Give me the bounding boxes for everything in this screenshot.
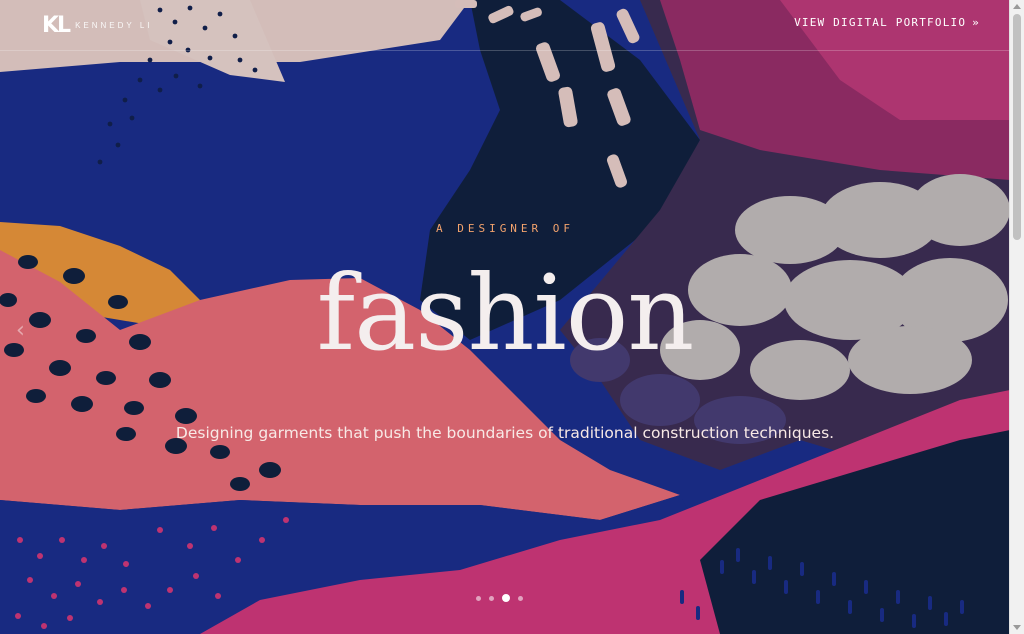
scroll-down-arrow-icon[interactable] bbox=[1013, 625, 1021, 630]
carousel-pagination bbox=[476, 594, 523, 602]
logo-mark: KL bbox=[42, 12, 71, 38]
hero-subline: Designing garments that push the boundar… bbox=[175, 424, 835, 442]
logo-wordmark: KENNEDY LI bbox=[75, 20, 153, 30]
carousel-dot-3[interactable] bbox=[502, 594, 510, 602]
hero-eyebrow: A DESIGNER OF bbox=[435, 222, 575, 235]
site-logo[interactable]: KL KENNEDY LI bbox=[42, 12, 153, 38]
carousel-dot-2[interactable] bbox=[489, 595, 494, 601]
vertical-scrollbar[interactable] bbox=[1009, 0, 1024, 634]
portfolio-link-label: VIEW DIGITAL PORTFOLIO bbox=[794, 16, 967, 29]
double-chevron-right-icon: » bbox=[972, 16, 980, 29]
carousel-dot-4[interactable] bbox=[518, 595, 523, 601]
hero-headline: fashion bbox=[316, 252, 695, 374]
scrollbar-thumb[interactable] bbox=[1013, 14, 1021, 240]
top-navigation-bar: KL KENNEDY LI VIEW DIGITAL PORTFOLIO » bbox=[0, 0, 1010, 51]
hero-section: KL KENNEDY LI VIEW DIGITAL PORTFOLIO» ‹ … bbox=[0, 0, 1024, 634]
carousel-dot-1[interactable] bbox=[476, 595, 481, 601]
view-digital-portfolio-link[interactable]: VIEW DIGITAL PORTFOLIO » bbox=[794, 16, 980, 29]
scroll-up-arrow-icon[interactable] bbox=[1013, 4, 1021, 9]
